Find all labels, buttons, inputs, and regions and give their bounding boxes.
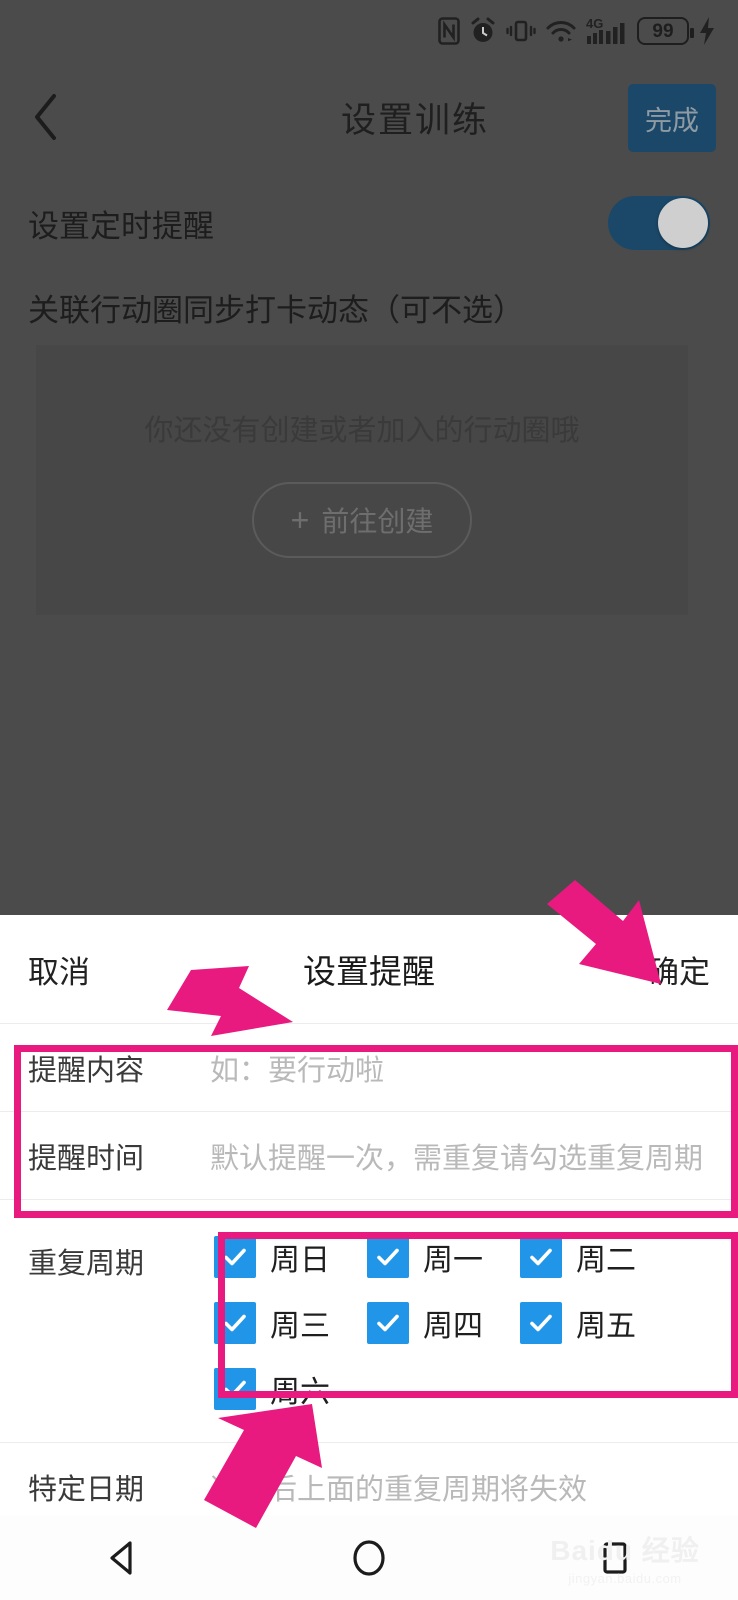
- circle-sync-label: 关联行动圈同步打卡动态（可不选）: [28, 292, 524, 328]
- weekday-label: 周五: [576, 1310, 636, 1343]
- reminder-toggle-label: 设置定时提醒: [28, 208, 214, 244]
- reminder-content-label: 提醒内容: [28, 1054, 145, 1087]
- weekday-item-thursday[interactable]: 周四: [367, 1294, 520, 1352]
- weekday-label: 周一: [423, 1244, 483, 1277]
- signal-4g-icon: 4G: [586, 16, 628, 46]
- specific-date-label: 特定日期: [28, 1473, 145, 1506]
- status-bar: 4G 99: [0, 0, 738, 62]
- vibrate-icon: [506, 17, 536, 45]
- weekday-item-friday[interactable]: 周五: [520, 1294, 673, 1352]
- reminder-bottom-sheet: 取消 设置提醒 确定 提醒内容 如：要行动啦 提醒时间 默认提醒一次，需重复请勾…: [0, 915, 738, 1515]
- reminder-toggle-switch[interactable]: [608, 196, 710, 250]
- nfc-icon: [438, 17, 460, 45]
- svg-text:4G: 4G: [586, 16, 603, 31]
- battery-outline: 99: [637, 17, 694, 45]
- plus-icon: +: [290, 502, 310, 538]
- nav-recents-square-icon[interactable]: [560, 1515, 670, 1600]
- weekday-label: 周二: [576, 1244, 636, 1277]
- weekday-item-wednesday[interactable]: 周三: [214, 1294, 367, 1352]
- weekday-item-monday[interactable]: 周一: [367, 1228, 520, 1286]
- background-app-dimmed: 4G 99 设置训练 完成 设置定时提醒 关联行动圈同步打卡动态（可不选） 你还…: [0, 0, 738, 915]
- reminder-time-input[interactable]: 默认提醒一次，需重复请勾选重复周期: [210, 1135, 710, 1177]
- weekday-item-tuesday[interactable]: 周二: [520, 1228, 673, 1286]
- battery-icon: 99: [637, 17, 694, 45]
- sheet-header: 取消 设置提醒 确定: [0, 915, 738, 1023]
- circle-empty-text: 你还没有创建或者加入的行动圈哦: [144, 415, 580, 447]
- create-circle-button[interactable]: + 前往创建: [252, 482, 472, 558]
- alarm-icon: [469, 17, 497, 45]
- reminder-time-label: 提醒时间: [28, 1142, 145, 1175]
- nav-home-circle-icon[interactable]: [314, 1515, 424, 1600]
- checkbox-checked-icon[interactable]: [214, 1236, 256, 1278]
- weekday-label: 周四: [423, 1310, 483, 1343]
- checkbox-checked-icon[interactable]: [520, 1302, 562, 1344]
- weekday-label: 周日: [270, 1244, 330, 1277]
- circle-empty-card: 你还没有创建或者加入的行动圈哦 + 前往创建: [36, 345, 688, 615]
- reminder-time-row[interactable]: 提醒时间 默认提醒一次，需重复请勾选重复周期: [0, 1111, 738, 1199]
- back-chevron-icon[interactable]: [0, 62, 92, 172]
- weekday-item-saturday[interactable]: 周六: [214, 1360, 367, 1418]
- battery-level-text: 99: [652, 20, 674, 42]
- reminder-toggle-row[interactable]: 设置定时提醒: [0, 186, 738, 260]
- confirm-button[interactable]: 确定: [648, 947, 710, 992]
- checkbox-checked-icon[interactable]: [367, 1236, 409, 1278]
- circle-sync-row: 关联行动圈同步打卡动态（可不选）: [0, 272, 738, 342]
- phone-screen: 4G 99 设置训练 完成 设置定时提醒 关联行动圈同步打卡动态（可不选） 你还…: [0, 0, 738, 1600]
- android-nav-bar: [0, 1515, 738, 1600]
- weekday-label: 周六: [270, 1376, 330, 1409]
- sheet-title: 设置提醒: [303, 953, 435, 990]
- reminder-content-row[interactable]: 提醒内容 如：要行动啦: [0, 1023, 738, 1111]
- toggle-knob: [658, 198, 708, 248]
- checkbox-checked-icon[interactable]: [520, 1236, 562, 1278]
- weekday-label: 周三: [270, 1310, 330, 1343]
- repeat-period-section: 重复周期 周日 周一 周二 周三 周四 周五 周六: [0, 1199, 738, 1442]
- weekday-item-sunday[interactable]: 周日: [214, 1228, 367, 1286]
- weekday-grid: 周日 周一 周二 周三 周四 周五 周六: [210, 1214, 710, 1432]
- specific-date-input[interactable]: 选择后上面的重复周期将失效: [210, 1466, 710, 1508]
- create-circle-label: 前往创建: [321, 506, 434, 537]
- cancel-button[interactable]: 取消: [28, 947, 90, 992]
- checkbox-checked-icon[interactable]: [214, 1368, 256, 1410]
- checkbox-checked-icon[interactable]: [367, 1302, 409, 1344]
- checkbox-checked-icon[interactable]: [214, 1302, 256, 1344]
- repeat-period-label: 重复周期: [28, 1248, 145, 1280]
- app-header: 设置训练 完成: [0, 62, 738, 172]
- wifi-icon: [545, 17, 577, 45]
- charging-bolt-icon: [698, 16, 716, 46]
- reminder-content-input[interactable]: 如：要行动啦: [210, 1047, 710, 1089]
- done-button[interactable]: 完成: [628, 84, 716, 152]
- nav-back-triangle-icon[interactable]: [68, 1515, 178, 1600]
